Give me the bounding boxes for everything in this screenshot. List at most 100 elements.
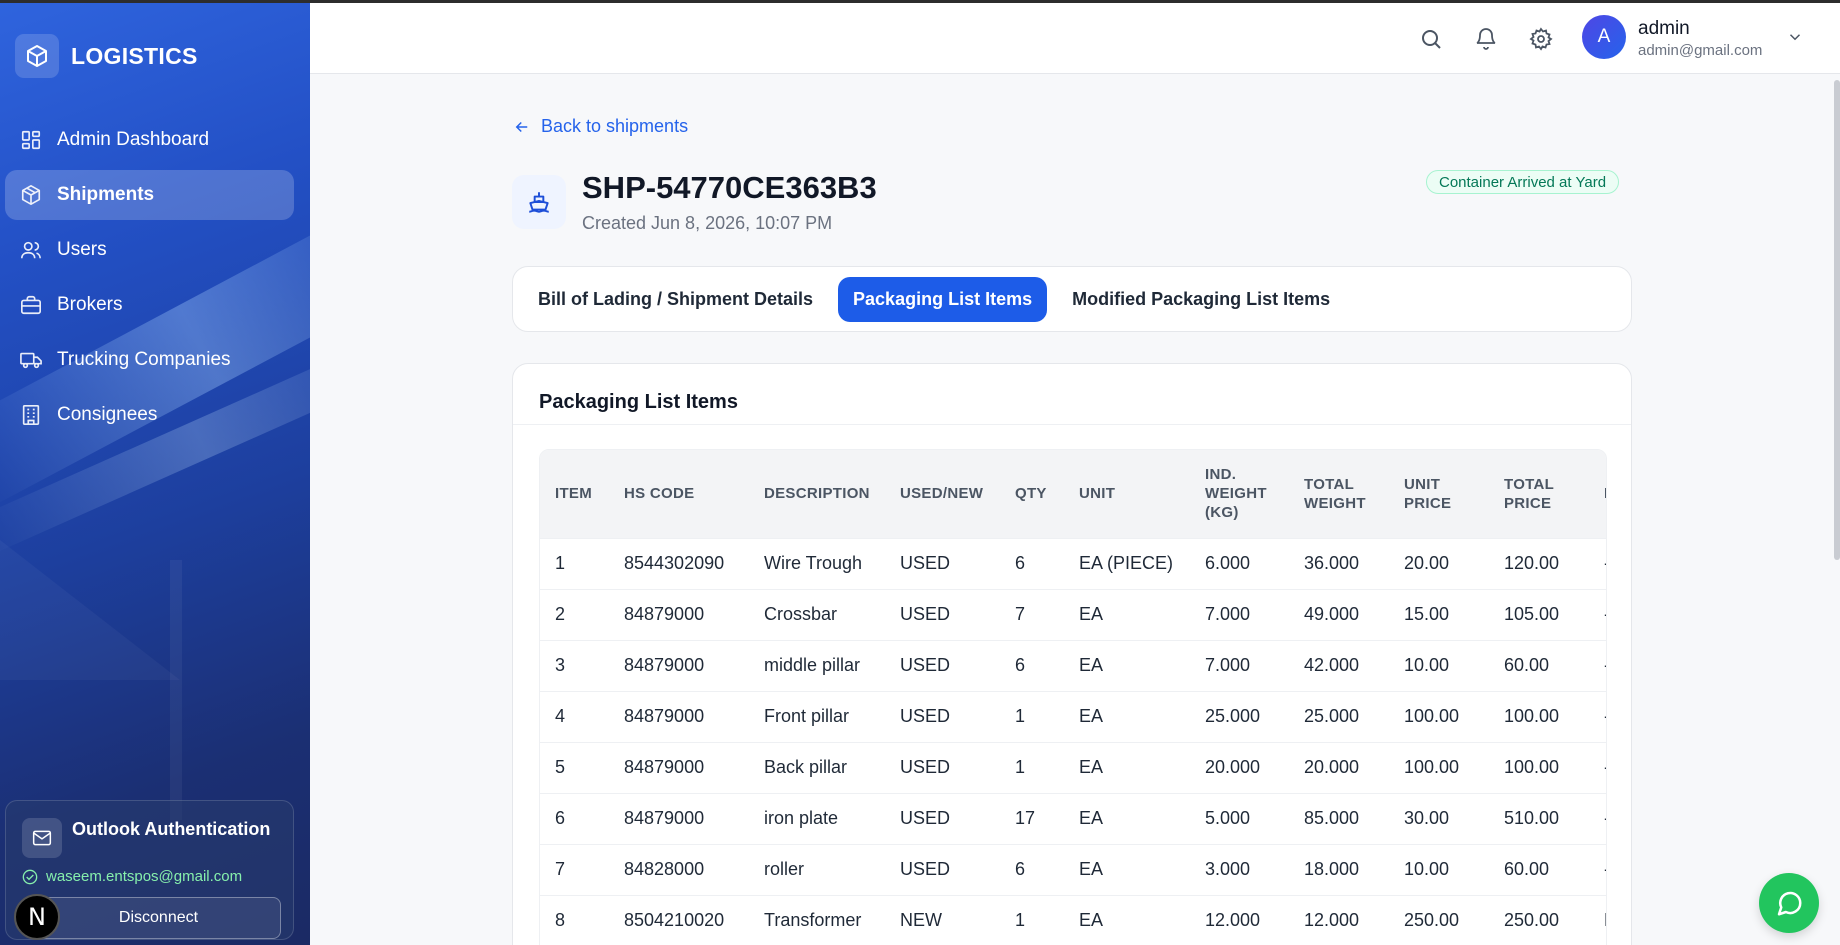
outlook-email: waseem.entspos@gmail.com (46, 868, 243, 885)
outlook-connected-email: waseem.entspos@gmail.com (22, 868, 242, 885)
table-cell: 7 (555, 859, 566, 879)
card-title: Packaging List Items (539, 391, 738, 413)
arrow-left-icon (515, 121, 528, 132)
table-row[interactable]: 3 84879000 middle pillar USED 6 EA 7.000 42.000… (540, 640, 1606, 691)
sidebar-item-label: Admin Dashboard (57, 129, 210, 150)
column-header[interactable]: TOTAL PRICE (1489, 450, 1589, 538)
column-header[interactable]: TOTAL WEIGHT (1289, 450, 1389, 538)
mail-icon (22, 818, 62, 858)
table-cell: EA (1079, 757, 1104, 777)
dashboard-icon (20, 129, 42, 151)
table-row[interactable]: 1 8544302090 Wire Trough USED 6 EA (PIECE) 6.0… (540, 538, 1606, 589)
table-row[interactable]: 5 84879000 Back pillar USED 1 EA 20.000 20.000 1… (540, 742, 1606, 793)
table-cell: EA (PIECE) (1079, 553, 1174, 573)
table-cell: USED (900, 706, 951, 726)
nextjs-devtools-badge[interactable]: N (14, 894, 60, 940)
brand-name: LOGISTICS (71, 42, 198, 69)
status-badge: Container Arrived at Yard (1426, 170, 1620, 194)
table-cell: 7.000 (1205, 655, 1251, 675)
table-cell: EA (1079, 859, 1104, 879)
tab-modified-packaging-list-items[interactable]: Modified Packaging List Items (1057, 277, 1345, 322)
sidebar-item-label: Users (57, 239, 107, 260)
search-icon[interactable] (1417, 25, 1445, 53)
table-cell: 1 (555, 553, 566, 573)
packaging-table: ITEM HS CODE DESCRIPTION USED/NEW QTY UN… (540, 450, 1606, 945)
table-cell: 10.00 (1404, 655, 1450, 675)
table-cell: 84879000 (624, 706, 705, 726)
table-cell: - (1589, 589, 1606, 640)
table-cell: 25.000 (1304, 706, 1360, 726)
chat-button[interactable] (1759, 873, 1819, 933)
table-cell: 250.00 (1404, 910, 1460, 931)
page-scrollbar[interactable] (1834, 80, 1840, 560)
sidebar-item-shipments[interactable]: Shipments (5, 170, 294, 220)
table-cell: 85.000 (1304, 808, 1360, 828)
table-cell: Transformer (764, 910, 862, 931)
table-cell: Front pillar (764, 706, 850, 726)
table-row[interactable]: 4 84879000 Front pillar USED 1 EA 25.000 25.000… (540, 691, 1606, 742)
table-cell: middle pillar (764, 655, 861, 675)
table-cell: EA (1079, 706, 1104, 726)
column-header[interactable]: HS CODE (609, 450, 749, 538)
disconnect-button[interactable]: Disconnect (36, 897, 281, 939)
table-cell: USED (900, 859, 951, 879)
sidebar-item-brokers[interactable]: Brokers (5, 280, 294, 330)
sidebar-nav: Admin Dashboard Shipments Users Brokers … (5, 115, 294, 445)
table-cell: EA (1079, 604, 1104, 624)
back-label: Back to shipments (541, 116, 689, 136)
back-to-shipments-link[interactable]: Back to shipments (513, 116, 688, 137)
table-cell: EA (1079, 910, 1104, 931)
column-header[interactable]: UNIT PRICE (1389, 450, 1489, 538)
tab-bar: Bill of Lading / Shipment Details Packag… (512, 266, 1632, 332)
chevron-down-icon[interactable] (1786, 28, 1804, 51)
table-cell: EA (1079, 808, 1104, 828)
table-cell: 100.00 (1404, 706, 1460, 726)
table-row[interactable]: 7 84828000 roller USED 6 EA 3.000 18.000 10.00 60… (540, 844, 1606, 895)
table-cell: 84828000 (624, 859, 705, 879)
brand[interactable]: LOGISTICS (15, 34, 198, 78)
table-cell: 6 (1015, 655, 1026, 675)
check-circle-icon (22, 869, 38, 884)
table-cell: 84879000 (624, 655, 705, 675)
avatar[interactable]: A (1582, 15, 1626, 59)
table-cell: B (1589, 895, 1606, 945)
table-cell: 30.00 (1404, 808, 1450, 828)
column-header[interactable]: ITEM (540, 450, 609, 538)
sidebar-decor-shape (170, 560, 182, 820)
tab-packaging-list-items[interactable]: Packaging List Items (838, 276, 1048, 322)
sidebar-item-admin-dashboard[interactable]: Admin Dashboard (5, 115, 294, 165)
top-header: A admin admin@gmail.com (310, 3, 1840, 74)
table-cell: 12.000 (1205, 910, 1261, 931)
table-cell: 84879000 (624, 604, 705, 624)
building-icon (20, 404, 42, 426)
sidebar-decor-shape (0, 540, 180, 680)
sidebar-item-trucking-companies[interactable]: Trucking Companies (5, 335, 294, 385)
tab-bill-of-lading[interactable]: Bill of Lading / Shipment Details (523, 277, 828, 322)
table-cell: 8544302090 (624, 553, 725, 573)
table-row[interactable]: 6 84879000 iron plate USED 17 EA 5.000 85.000 30… (540, 793, 1606, 844)
column-header[interactable]: UNIT (1064, 450, 1190, 538)
table-row[interactable]: 8 8504210020 Transformer NEW 1 EA 12.000 12.000… (540, 895, 1606, 945)
table-scroll-container[interactable]: ITEM HS CODE DESCRIPTION USED/NEW QTY UN… (539, 449, 1607, 945)
sidebar-item-consignees[interactable]: Consignees (5, 390, 294, 440)
sidebar-item-users[interactable]: Users (5, 225, 294, 275)
table-row[interactable]: 2 84879000 Crossbar USED 7 EA 7.000 49.000 15.00… (540, 589, 1606, 640)
table-cell: - (1589, 538, 1606, 589)
table-cell: 510.00 (1504, 808, 1560, 828)
column-header[interactable]: DESCRIPTION (749, 450, 885, 538)
table-cell: 1 (1015, 757, 1026, 777)
table-cell: 84879000 (624, 808, 705, 828)
column-header[interactable]: USED/NEW (885, 450, 1000, 538)
column-header[interactable]: QTY (1000, 450, 1064, 538)
column-header[interactable]: IND. WEIGHT (KG) (1190, 450, 1289, 538)
table-cell: Wire Trough (764, 553, 863, 573)
column-header[interactable]: B (1589, 450, 1606, 538)
table-cell: 18.000 (1304, 859, 1360, 879)
gear-icon[interactable] (1527, 25, 1555, 53)
table-cell: 1 (1015, 706, 1026, 726)
table-cell: 100.00 (1504, 706, 1560, 726)
bell-icon[interactable] (1472, 25, 1500, 53)
table-cell: EA (1079, 655, 1104, 675)
table-cell: 8504210020 (624, 910, 725, 931)
table-cell: 250.00 (1504, 910, 1560, 931)
